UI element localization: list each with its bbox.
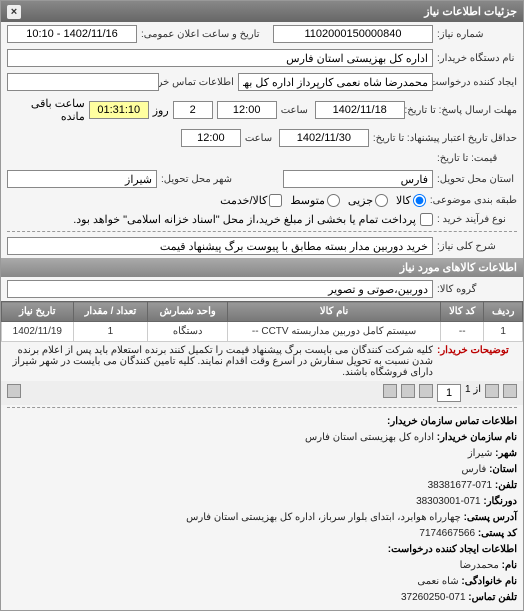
first-page-icon[interactable] — [503, 384, 517, 398]
panel-title: جزئیات اطلاعات نیاز — [424, 6, 517, 18]
process-checkbox[interactable] — [420, 213, 433, 226]
c-name-value: محمدرضا — [460, 560, 499, 571]
time-label-1: ساعت — [281, 105, 311, 116]
c-reqphone-value: 071-37260250 — [401, 592, 466, 603]
province-input[interactable] — [283, 170, 433, 188]
announce-input[interactable] — [7, 25, 137, 43]
price-label: قیمت: تا تاریخ: — [437, 153, 517, 164]
c-postal-value: 7174667566 — [419, 528, 475, 539]
c-address-value: چهارراه هوابرد، ابتدای بلوار سرباز، ادار… — [186, 512, 461, 523]
category-label: طبقه بندی موضوعی: — [430, 195, 517, 206]
th-qty: تعداد / مقدار — [73, 302, 148, 322]
c-fax-value: 071-38303001 — [416, 496, 481, 507]
th-code: کد کالا — [441, 302, 484, 322]
need-desc-label: شرح کلی نیاز: — [437, 241, 517, 252]
details-panel: جزئیات اطلاعات نیاز × شماره نیاز: تاریخ … — [0, 0, 524, 611]
remaining-label: ساعت باقی مانده — [7, 97, 85, 123]
org-value: اداره کل بهزیستی استان فارس — [305, 432, 434, 443]
buyer-notes-text: کلیه شرکت کنندگان می بایست برگ پیشنهاد ق… — [7, 345, 433, 378]
c-city-label: شهر: — [495, 448, 517, 459]
c-postal-label: کد پستی: — [478, 528, 517, 539]
cat-service-radio[interactable]: کالا/خدمت — [220, 194, 282, 207]
table-header-row: ردیف کد کالا نام کالا واحد شمارش تعداد /… — [2, 302, 523, 322]
panel-header: جزئیات اطلاعات نیاز × — [1, 1, 523, 22]
contact-info-block: اطلاعات تماس سازمان خریدار: نام سازمان خ… — [1, 410, 523, 610]
buyer-contact-label: اطلاعات تماس خریدار — [163, 77, 234, 88]
c-phone-label: تلفن: — [495, 480, 517, 491]
time-label-2: ساعت — [245, 133, 275, 144]
table-row[interactable]: 1 -- سیستم کامل دوربین مداربسته CCTV -- … — [2, 322, 523, 342]
buyer-notes-label: توضیحات خریدار: — [437, 345, 517, 356]
validity-time-input[interactable] — [181, 129, 241, 147]
th-unit: واحد شمارش — [148, 302, 228, 322]
need-number-label: شماره نیاز: — [437, 29, 517, 40]
response-date-input[interactable] — [315, 101, 405, 119]
buyer-org-label: نام دستگاه خریدار: — [437, 53, 517, 64]
close-icon[interactable]: × — [7, 5, 21, 19]
cat-all-radio[interactable]: کالا — [396, 194, 426, 207]
c-province-label: استان: — [489, 464, 517, 475]
requester-input[interactable] — [238, 73, 433, 91]
goods-section-title: اطلاعات کالاهای مورد نیاز — [1, 258, 523, 277]
next-page-icon[interactable] — [419, 384, 433, 398]
goods-table: ردیف کد کالا نام کالا واحد شمارش تعداد /… — [1, 301, 523, 342]
c-name-label: نام: — [502, 560, 517, 571]
category-radio-group: کالا جزیی متوسط کالا/خدمت — [220, 194, 426, 207]
org-label: نام سازمان خریدار: — [437, 432, 517, 443]
goods-group-label: گروه کالا: — [437, 284, 517, 295]
province-label: استان محل تحویل: — [437, 174, 517, 185]
cat-part-radio[interactable]: جزیی — [348, 194, 388, 207]
th-name: نام کالا — [228, 302, 441, 322]
city-input[interactable] — [7, 170, 157, 188]
process-text: پرداخت تمام یا بخشی از مبلغ خرید،از محل … — [73, 213, 416, 226]
need-number-input[interactable] — [273, 25, 433, 43]
need-desc-input[interactable] — [7, 237, 433, 255]
requester-section-title: اطلاعات ایجاد کننده درخواست: — [388, 544, 517, 555]
th-date: تاریخ نیاز — [2, 302, 74, 322]
c-reqphone-label: تلفن تماس: — [468, 592, 517, 603]
c-family-label: نام خانوادگی: — [461, 576, 517, 587]
c-phone-value: 071-38381677 — [428, 480, 493, 491]
buyer-org-input[interactable] — [7, 49, 433, 67]
pager-toolbar: از 1 — [1, 381, 523, 405]
cat-medium-radio[interactable]: متوسط — [290, 194, 340, 207]
page-num-input[interactable] — [437, 384, 461, 402]
export-icon[interactable] — [7, 384, 21, 398]
announce-label: تاریخ و ساعت اعلان عمومی: — [141, 29, 260, 40]
c-province-value: فارس — [461, 464, 486, 475]
validity-label: حداقل تاریخ اعتبار پیشنهاد: تا تاریخ: — [373, 133, 517, 144]
page-info: از 1 — [465, 384, 481, 402]
c-city-value: شیراز — [468, 448, 493, 459]
contact-section-title: اطلاعات تماس سازمان خریدار: — [387, 416, 517, 427]
validity-date-input[interactable] — [279, 129, 369, 147]
process-type-label: نوع فرآیند خرید : — [437, 214, 517, 225]
prev-page-icon[interactable] — [485, 384, 499, 398]
th-row: ردیف — [484, 302, 523, 322]
buyer-contact-input[interactable] — [7, 73, 159, 91]
last-page-icon[interactable] — [401, 384, 415, 398]
c-fax-label: دورنگار: — [483, 496, 517, 507]
response-time-input[interactable] — [217, 101, 277, 119]
days-input[interactable] — [173, 101, 213, 119]
days-label: روز — [153, 104, 169, 117]
goods-group-input[interactable] — [7, 280, 433, 298]
remaining-time-input — [89, 101, 149, 119]
c-address-label: آدرس پستی: — [464, 512, 517, 523]
response-deadline-label: مهلت ارسال پاسخ: تا تاریخ: — [409, 105, 517, 116]
city-label: شهر محل تحویل: — [161, 174, 241, 185]
c-family-value: شاه نعمی — [417, 576, 458, 587]
refresh-icon[interactable] — [383, 384, 397, 398]
requester-label: ایجاد کننده درخواست: — [437, 77, 517, 88]
